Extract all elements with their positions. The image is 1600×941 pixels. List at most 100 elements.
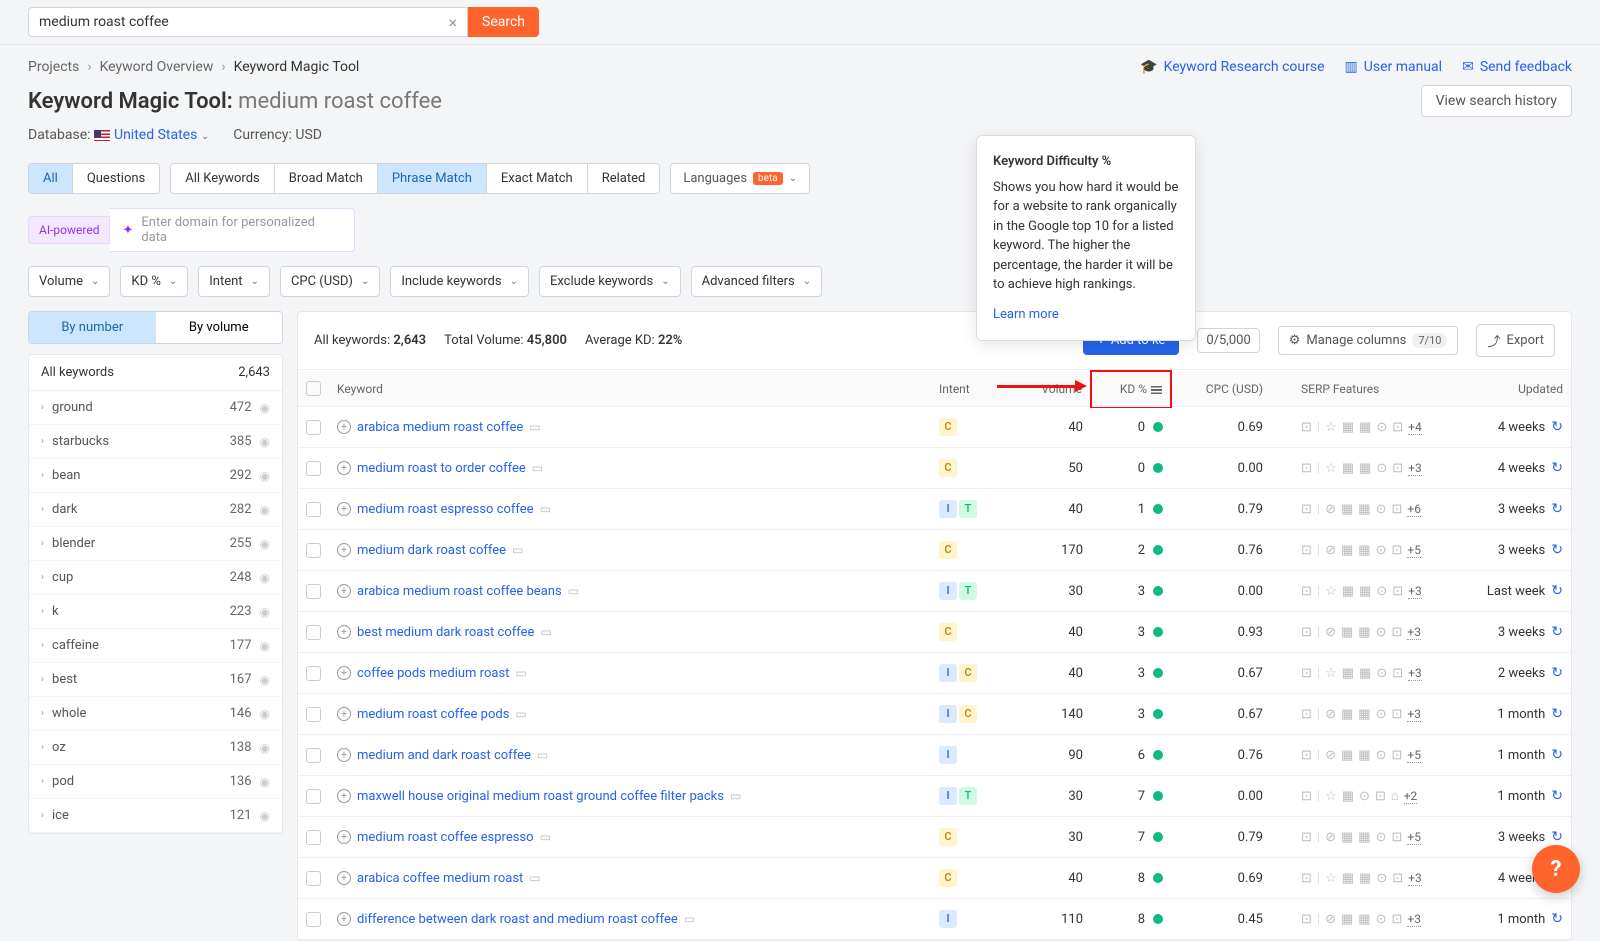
- sidebar-header[interactable]: All keywords2,643: [29, 355, 282, 391]
- refresh-icon[interactable]: ↻: [1551, 583, 1563, 599]
- keyword-link[interactable]: medium dark roast coffee: [357, 543, 506, 558]
- col-cpc[interactable]: CPC (USD): [1171, 371, 1271, 407]
- keyword-link[interactable]: coffee pods medium roast: [357, 666, 509, 681]
- refresh-icon[interactable]: ↻: [1551, 542, 1563, 558]
- doc-icon[interactable]: ▭: [568, 584, 579, 598]
- doc-icon[interactable]: ▭: [532, 461, 543, 475]
- manual-link[interactable]: ▥User manual: [1345, 59, 1443, 75]
- sidebar-item[interactable]: ›whole146◉: [29, 697, 282, 731]
- sidebar-item[interactable]: ›ground472◉: [29, 391, 282, 425]
- keyword-link[interactable]: medium roast to order coffee: [357, 461, 526, 476]
- sidebar-item[interactable]: ›bean292◉: [29, 459, 282, 493]
- sidebar-item[interactable]: ›caffeine177◉: [29, 629, 282, 663]
- refresh-icon[interactable]: ↻: [1551, 706, 1563, 722]
- refresh-icon[interactable]: ↻: [1551, 665, 1563, 681]
- filter-volume[interactable]: Volume⌄: [28, 266, 110, 297]
- doc-icon[interactable]: ▭: [540, 502, 551, 516]
- row-checkbox[interactable]: [306, 830, 321, 845]
- doc-icon[interactable]: ▭: [515, 666, 526, 680]
- sidebar-item[interactable]: ›ice121◉: [29, 799, 282, 833]
- sidebar-item[interactable]: ›blender255◉: [29, 527, 282, 561]
- refresh-icon[interactable]: ↻: [1551, 911, 1563, 927]
- tab-broad-match[interactable]: Broad Match: [275, 164, 378, 193]
- doc-icon[interactable]: ▭: [529, 871, 540, 885]
- eye-icon[interactable]: ◉: [260, 673, 270, 687]
- sidebar-item[interactable]: ›pod136◉: [29, 765, 282, 799]
- expand-icon[interactable]: +: [337, 912, 351, 926]
- expand-icon[interactable]: +: [337, 420, 351, 434]
- database-link[interactable]: United States ⌄: [114, 127, 209, 143]
- select-all-checkbox[interactable]: [306, 381, 321, 396]
- eye-icon[interactable]: ◉: [260, 571, 270, 585]
- sidebar-item[interactable]: ›cup248◉: [29, 561, 282, 595]
- serp-more[interactable]: +3: [1408, 666, 1422, 681]
- keyword-link[interactable]: best medium dark roast coffee: [357, 625, 534, 640]
- keyword-link[interactable]: arabica medium roast coffee beans: [357, 584, 562, 599]
- doc-icon[interactable]: ▭: [537, 748, 548, 762]
- expand-icon[interactable]: +: [337, 625, 351, 639]
- row-checkbox[interactable]: [306, 871, 321, 886]
- keyword-link[interactable]: difference between dark roast and medium…: [357, 912, 678, 927]
- refresh-icon[interactable]: ↻: [1551, 624, 1563, 640]
- expand-icon[interactable]: +: [337, 461, 351, 475]
- feedback-link[interactable]: ✉Send feedback: [1462, 59, 1572, 75]
- expand-icon[interactable]: +: [337, 871, 351, 885]
- row-checkbox[interactable]: [306, 543, 321, 558]
- sidebar-tab-by-volume[interactable]: By volume: [156, 312, 283, 343]
- refresh-icon[interactable]: ↻: [1551, 460, 1563, 476]
- expand-icon[interactable]: +: [337, 707, 351, 721]
- row-checkbox[interactable]: [306, 707, 321, 722]
- filter-kd[interactable]: KD %⌄: [120, 266, 188, 297]
- sidebar-item[interactable]: ›k223◉: [29, 595, 282, 629]
- domain-input[interactable]: ✦Enter domain for personalized data: [110, 208, 355, 252]
- eye-icon[interactable]: ◉: [260, 707, 270, 721]
- help-button[interactable]: ?: [1532, 845, 1580, 893]
- expand-icon[interactable]: +: [337, 543, 351, 557]
- row-checkbox[interactable]: [306, 420, 321, 435]
- doc-icon[interactable]: ▭: [529, 420, 540, 434]
- refresh-icon[interactable]: ↻: [1551, 419, 1563, 435]
- row-checkbox[interactable]: [306, 461, 321, 476]
- sidebar-tab-by-number[interactable]: By number: [29, 312, 156, 343]
- tooltip-learn-more-link[interactable]: Learn more: [993, 305, 1179, 325]
- refresh-icon[interactable]: ↻: [1551, 829, 1563, 845]
- col-updated[interactable]: Updated: [1461, 371, 1571, 407]
- filter-exclude[interactable]: Exclude keywords⌄: [539, 266, 681, 297]
- serp-more[interactable]: +5: [1407, 830, 1421, 845]
- sidebar-item[interactable]: ›oz138◉: [29, 731, 282, 765]
- serp-more[interactable]: +6: [1407, 502, 1421, 517]
- refresh-icon[interactable]: ↻: [1551, 501, 1563, 517]
- col-serp[interactable]: SERP Features: [1271, 371, 1461, 407]
- clear-search-icon[interactable]: ×: [448, 13, 457, 32]
- row-checkbox[interactable]: [306, 584, 321, 599]
- tab-related[interactable]: Related: [588, 164, 660, 193]
- keyword-link[interactable]: medium roast coffee pods: [357, 707, 509, 722]
- serp-more[interactable]: +3: [1407, 912, 1421, 927]
- filter-advanced[interactable]: Advanced filters⌄: [691, 266, 823, 297]
- doc-icon[interactable]: ▭: [512, 543, 523, 557]
- serp-more[interactable]: +5: [1407, 543, 1421, 558]
- doc-icon[interactable]: ▭: [515, 707, 526, 721]
- eye-icon[interactable]: ◉: [260, 741, 270, 755]
- row-checkbox[interactable]: [306, 912, 321, 927]
- eye-icon[interactable]: ◉: [260, 775, 270, 789]
- row-checkbox[interactable]: [306, 748, 321, 763]
- col-keyword[interactable]: Keyword: [329, 371, 931, 407]
- breadcrumb-item[interactable]: Keyword Overview: [100, 59, 214, 75]
- keyword-link[interactable]: arabica medium roast coffee: [357, 420, 523, 435]
- tab-phrase-match[interactable]: Phrase Match: [378, 164, 487, 193]
- eye-icon[interactable]: ◉: [260, 469, 270, 483]
- eye-icon[interactable]: ◉: [260, 503, 270, 517]
- expand-icon[interactable]: +: [337, 789, 351, 803]
- eye-icon[interactable]: ◉: [260, 435, 270, 449]
- filter-intent[interactable]: Intent⌄: [198, 266, 270, 297]
- expand-icon[interactable]: +: [337, 748, 351, 762]
- eye-icon[interactable]: ◉: [260, 401, 270, 415]
- view-history-button[interactable]: View search history: [1421, 85, 1572, 117]
- keyword-link[interactable]: medium roast espresso coffee: [357, 502, 534, 517]
- serp-more[interactable]: +5: [1407, 748, 1421, 763]
- sidebar-item[interactable]: ›starbucks385◉: [29, 425, 282, 459]
- course-link[interactable]: 🎓Keyword Research course: [1140, 59, 1324, 75]
- keyword-link[interactable]: arabica coffee medium roast: [357, 871, 523, 886]
- row-checkbox[interactable]: [306, 666, 321, 681]
